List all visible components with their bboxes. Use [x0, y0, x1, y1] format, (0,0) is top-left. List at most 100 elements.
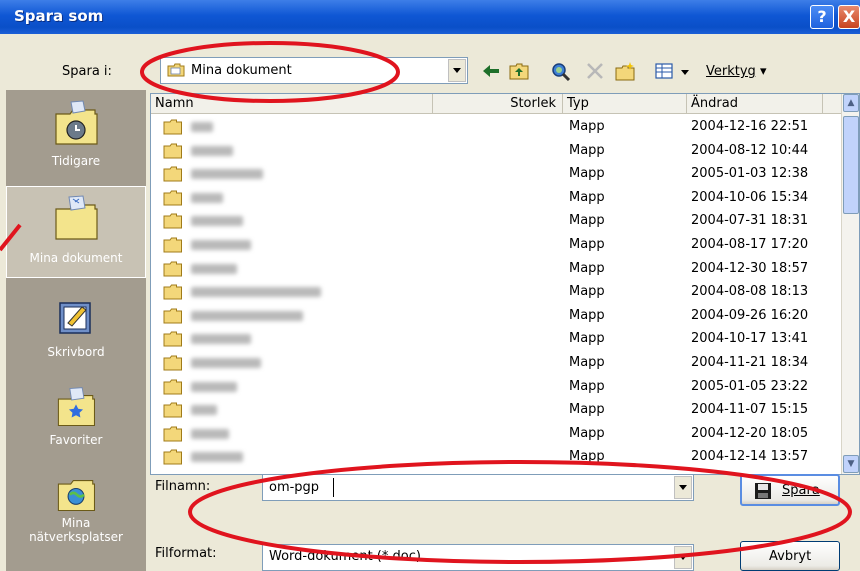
file-name-redacted: [191, 381, 237, 392]
tools-label: Verktyg: [706, 64, 756, 79]
file-modified: 2004-07-31 18:31: [691, 213, 809, 229]
table-row[interactable]: Mapp 2004-11-07 15:15: [151, 398, 843, 422]
file-modified: 2004-08-12 10:44: [691, 142, 809, 158]
column-headers: Namn Storlek Typ Ändrad: [151, 94, 843, 114]
file-type: Mapp: [569, 189, 605, 205]
column-name[interactable]: Namn: [151, 94, 433, 114]
up-folder-icon[interactable]: [508, 61, 530, 81]
table-row[interactable]: Mapp 2004-11-21 18:34: [151, 351, 843, 375]
filename-dropdown-button[interactable]: [674, 476, 692, 499]
file-type: Mapp: [569, 213, 605, 229]
table-row[interactable]: Mapp 2004-07-31 18:31: [151, 209, 843, 233]
file-type: Mapp: [569, 449, 605, 465]
file-name-redacted: [191, 169, 263, 180]
place-favorites[interactable]: Favoriter: [6, 385, 146, 465]
table-row[interactable]: Mapp 2005-01-05 23:22: [151, 375, 843, 399]
file-modified: 2004-08-17 17:20: [691, 236, 809, 252]
folder-icon: [163, 237, 182, 253]
folder-icon: [163, 379, 182, 395]
table-row[interactable]: Mapp 2004-12-30 18:57: [151, 257, 843, 281]
place-label: Tidigare: [51, 154, 101, 168]
format-select[interactable]: Word-dokument (*.doc): [262, 544, 694, 571]
new-folder-icon[interactable]: [614, 61, 636, 81]
table-row[interactable]: Mapp 2004-09-26 16:20: [151, 304, 843, 328]
table-row[interactable]: Mapp 2004-08-08 18:13: [151, 280, 843, 304]
look-in-label: Spara i:: [62, 64, 112, 79]
floppy-disk-icon: [755, 483, 771, 499]
folder-icon: [163, 331, 182, 347]
tools-menu[interactable]: Verktyg ▾: [706, 64, 766, 79]
folder-icon: [163, 402, 182, 418]
file-name-redacted: [191, 405, 217, 416]
format-dropdown-button[interactable]: [674, 546, 692, 569]
views-dropdown-icon[interactable]: [678, 61, 692, 81]
file-type: Mapp: [569, 307, 605, 323]
search-web-icon[interactable]: [550, 61, 572, 81]
filename-input[interactable]: om-pgp: [262, 474, 694, 501]
table-row[interactable]: Mapp 2004-12-14 13:57: [151, 445, 843, 469]
text-caret: [333, 478, 334, 497]
look-in-dropdown-button[interactable]: [448, 59, 466, 82]
file-name-redacted: [191, 310, 303, 321]
vertical-scrollbar[interactable]: ▲ ▼: [841, 94, 859, 474]
file-name-redacted: [191, 452, 243, 463]
file-modified: 2005-01-03 12:38: [691, 166, 809, 182]
window-title: Spara som: [14, 7, 104, 25]
cancel-button[interactable]: Avbryt: [740, 541, 840, 571]
close-button[interactable]: X: [838, 5, 860, 29]
column-type[interactable]: Typ: [563, 94, 687, 114]
help-button[interactable]: ?: [810, 5, 834, 29]
look-in-combo[interactable]: Mina dokument: [160, 57, 468, 84]
place-desktop[interactable]: Skrivbord: [6, 295, 146, 375]
file-name-redacted: [191, 263, 237, 274]
table-row[interactable]: Mapp 2004-08-17 17:20: [151, 233, 843, 257]
file-name-redacted: [191, 357, 261, 368]
place-my-documents[interactable]: Mina dokument: [6, 186, 146, 278]
places-bar: Tidigare Mina dokument Skrivbord Favorit…: [6, 90, 146, 571]
table-row[interactable]: Mapp 2005-01-03 12:38: [151, 162, 843, 186]
file-modified: 2004-09-26 16:20: [691, 307, 809, 323]
cancel-label: Avbryt: [769, 549, 812, 564]
delete-icon[interactable]: [584, 61, 606, 81]
format-value: Word-dokument (*.doc): [269, 549, 421, 564]
place-label: nätverksplatser: [29, 530, 123, 544]
file-modified: 2004-11-21 18:34: [691, 354, 809, 370]
column-size[interactable]: Storlek: [433, 94, 563, 114]
table-row[interactable]: Mapp 2004-08-12 10:44: [151, 139, 843, 163]
scroll-down-button[interactable]: ▼: [843, 455, 859, 473]
file-modified: 2004-12-16 22:51: [691, 119, 809, 134]
file-type: Mapp: [569, 402, 605, 418]
file-type: Mapp: [569, 119, 605, 134]
folder-icon: [163, 190, 182, 206]
chevron-down-icon: [679, 555, 687, 560]
folder-icon: [163, 355, 182, 371]
table-row[interactable]: Mapp 2004-12-20 18:05: [151, 422, 843, 446]
folder-icon: [163, 143, 182, 159]
file-type: Mapp: [569, 331, 605, 347]
folder-icon: [163, 308, 182, 324]
title-bar: Spara som ? X: [0, 0, 860, 34]
scroll-thumb[interactable]: [843, 116, 859, 214]
format-label: Filformat:: [155, 546, 217, 561]
file-type: Mapp: [569, 142, 605, 158]
place-history[interactable]: Tidigare: [6, 98, 146, 190]
place-network[interactable]: Mina nätverksplatser: [6, 470, 146, 570]
place-label: Favoriter: [49, 433, 103, 447]
file-name-redacted: [191, 192, 223, 203]
back-arrow-icon[interactable]: [480, 61, 502, 81]
file-name-redacted: [191, 122, 213, 132]
folder-icon: [163, 284, 182, 300]
table-row[interactable]: Mapp 2004-10-06 15:34: [151, 186, 843, 210]
file-list[interactable]: Namn Storlek Typ Ändrad Mapp 2004-12-16 2…: [150, 93, 860, 475]
table-row[interactable]: Mapp 2004-12-16 22:51: [151, 115, 843, 139]
folder-icon: [167, 63, 185, 77]
column-modified[interactable]: Ändrad: [687, 94, 823, 114]
table-row[interactable]: Mapp 2004-10-17 13:41: [151, 327, 843, 351]
save-button[interactable]: Spara: [740, 474, 840, 506]
scroll-up-button[interactable]: ▲: [843, 94, 859, 112]
file-type: Mapp: [569, 425, 605, 441]
chevron-down-icon: [679, 485, 687, 490]
filename-value: om-pgp: [269, 480, 320, 495]
views-icon[interactable]: [654, 61, 676, 81]
chevron-down-icon: [453, 68, 461, 73]
